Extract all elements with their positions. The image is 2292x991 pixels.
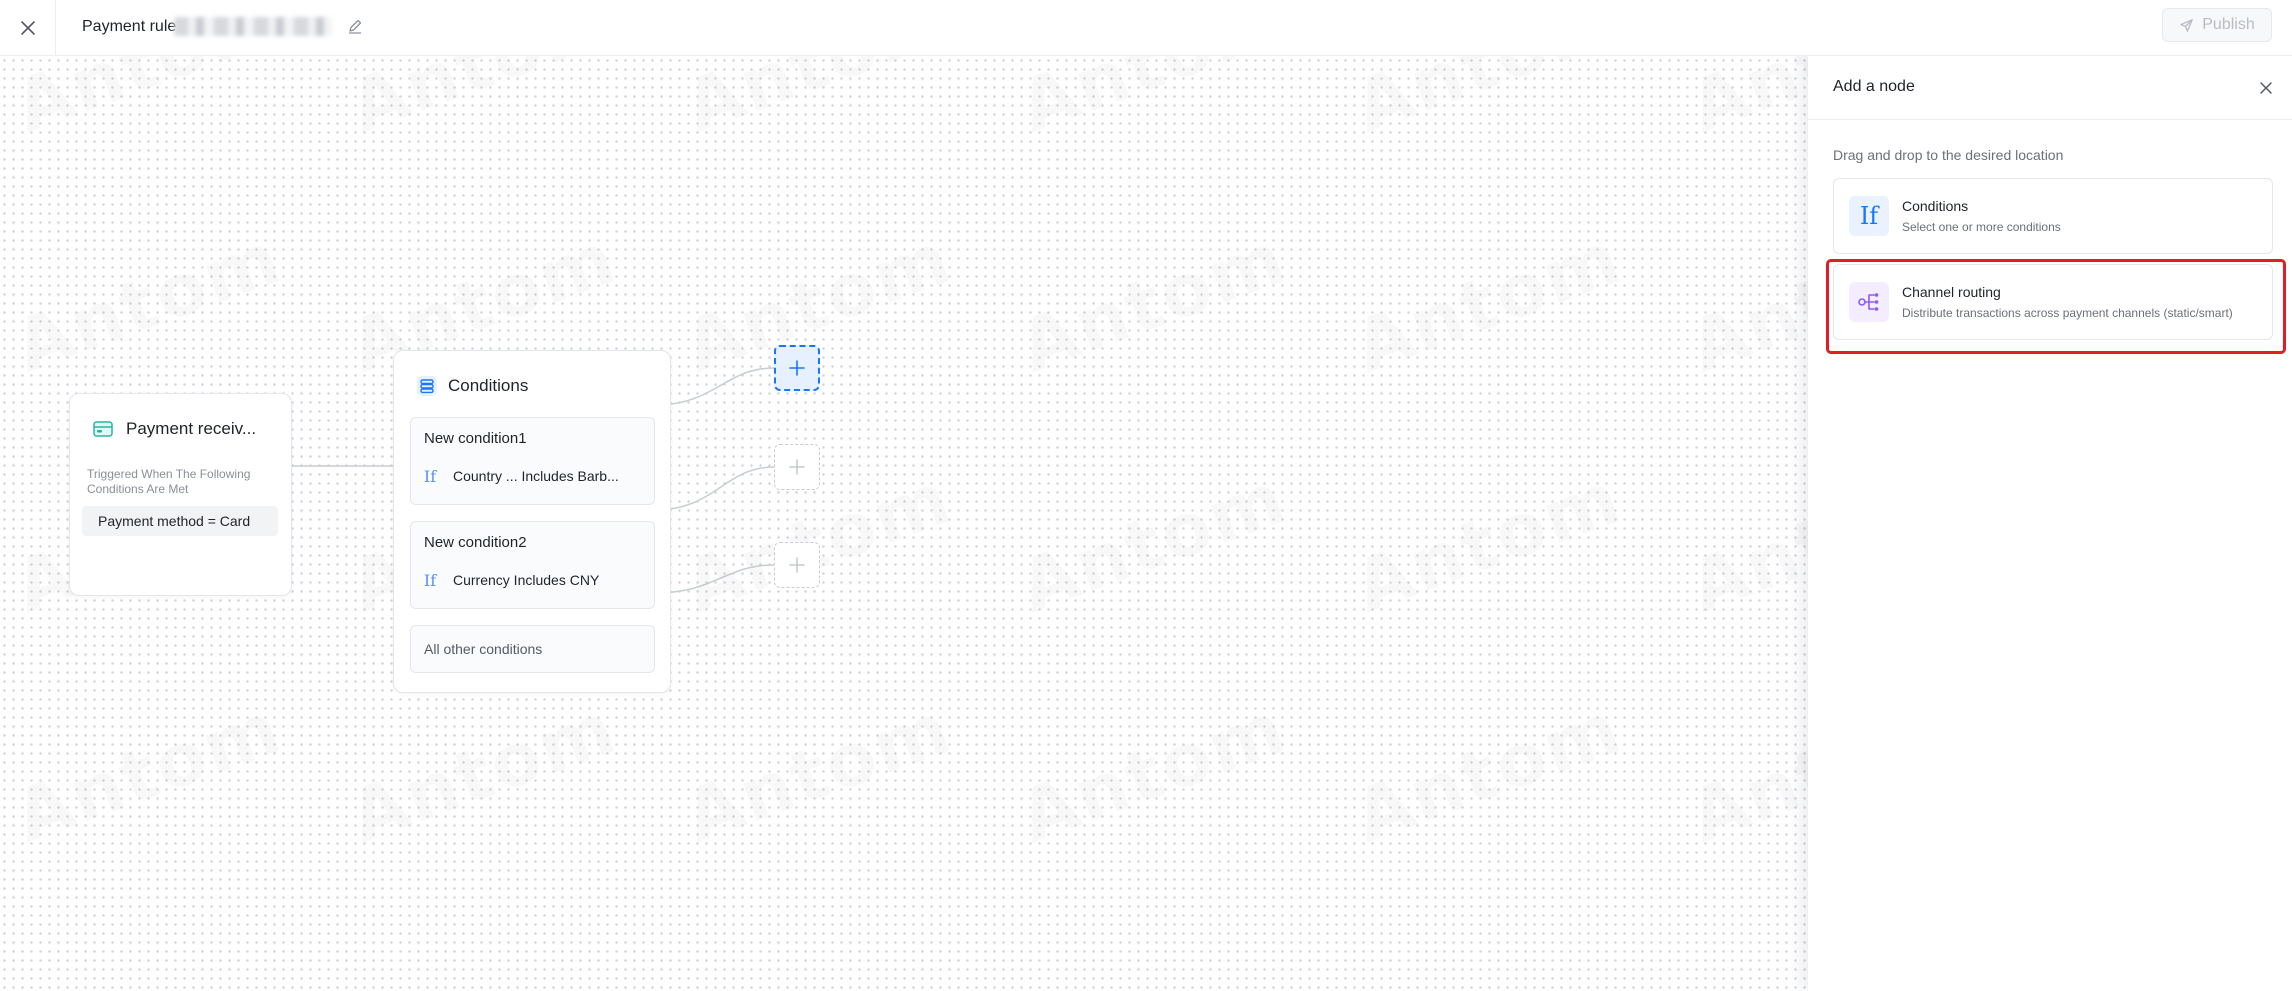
channel-routing-icon	[1849, 282, 1889, 322]
condition-name: New condition2	[424, 534, 527, 551]
trigger-node[interactable]: Payment receiv... Triggered When The Fol…	[69, 393, 292, 596]
close-editor-button[interactable]	[0, 0, 56, 56]
condition-expression-row: If Country ... Includes Barb...	[423, 464, 642, 488]
edge-other	[654, 564, 775, 594]
conditions-title: Conditions	[448, 376, 529, 395]
add-node-slot-1[interactable]	[774, 345, 820, 391]
if-icon: If	[423, 570, 437, 590]
top-bar: Payment rule Publish	[0, 0, 2292, 56]
panel-hint: Drag and drop to the desired location	[1833, 147, 2064, 163]
add-node-panel: Add a node Drag and drop to the desired …	[1808, 56, 2292, 991]
pencil-icon	[349, 19, 362, 34]
add-node-slot-3[interactable]	[774, 542, 820, 588]
other-conditions-label: All other conditions	[424, 641, 543, 657]
if-icon: If	[423, 466, 437, 486]
card-payment-icon	[93, 421, 113, 437]
condition-expression: Currency Includes CNY	[453, 572, 600, 588]
conditions-node[interactable]: Conditions New condition1 If Country ...…	[393, 350, 671, 693]
plus-icon	[789, 459, 805, 475]
card-title: Conditions	[1902, 198, 1969, 214]
plus-icon	[789, 557, 805, 573]
trigger-criteria: Payment method = Card	[82, 506, 278, 536]
rule-title-redacted	[174, 17, 332, 36]
publish-button[interactable]: Publish	[2162, 8, 2272, 42]
conditions-header: Conditions	[416, 375, 528, 397]
if-icon: If	[1849, 196, 1889, 236]
card-description: Select one or more conditions	[1902, 220, 2061, 234]
trigger-title: Payment receiv...	[126, 419, 257, 438]
edge-condition1	[654, 367, 775, 406]
condition-expression-row: If Currency Includes CNY	[423, 568, 642, 592]
flow-canvas[interactable]: Payment receiv... Triggered When The Fol…	[0, 56, 1808, 991]
card-description: Distribute transactions across payment c…	[1902, 306, 2233, 320]
send-icon	[2180, 18, 2194, 32]
condition-expression: Country ... Includes Barb...	[453, 468, 619, 484]
rule-title: Payment rule	[82, 18, 177, 35]
node-card-conditions[interactable]: If Conditions Select one or more conditi…	[1833, 178, 2273, 254]
trigger-header: Payment receiv...	[92, 418, 256, 440]
edit-title-button[interactable]	[343, 14, 367, 38]
node-card-channel-routing[interactable]: Channel routing Distribute transactions …	[1833, 264, 2273, 340]
panel-close-button[interactable]	[2254, 76, 2278, 100]
panel-header: Add a node	[1808, 56, 2292, 120]
condition-name: New condition1	[424, 430, 527, 447]
close-icon	[2260, 82, 2272, 94]
condition-card-1[interactable]: New condition1 If Country ... Includes B…	[410, 417, 655, 505]
trigger-description: Triggered When The Following Conditions …	[87, 467, 251, 496]
condition-card-other[interactable]: All other conditions	[410, 625, 655, 673]
close-icon	[20, 21, 35, 35]
plus-icon	[789, 360, 805, 376]
card-title: Channel routing	[1902, 284, 2001, 300]
conditions-stack-icon	[417, 376, 437, 396]
condition-card-2[interactable]: New condition2 If Currency Includes CNY	[410, 521, 655, 609]
add-node-slot-2[interactable]	[774, 444, 820, 490]
panel-title: Add a node	[1833, 78, 1915, 95]
publish-label: Publish	[2202, 16, 2255, 33]
edge-condition2	[654, 466, 775, 511]
